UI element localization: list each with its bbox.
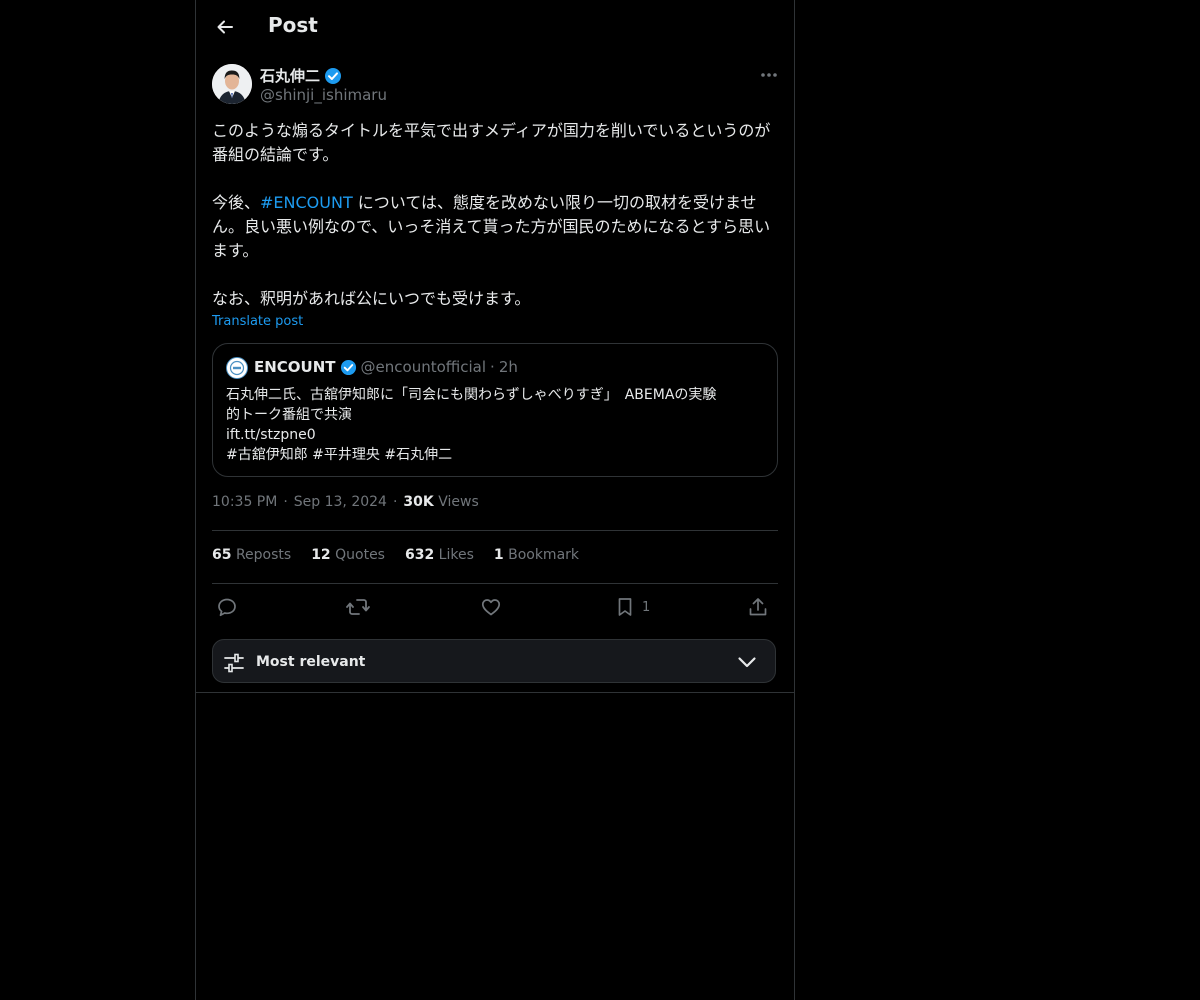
reply-icon: [216, 596, 238, 618]
divider: [196, 692, 794, 693]
divider: [212, 583, 778, 584]
quotes-count: 12: [311, 547, 331, 563]
author-name-row[interactable]: 石丸伸二: [260, 65, 342, 86]
author-handle[interactable]: @shinji_ishimaru: [260, 86, 387, 104]
quoted-author-handle: @encountofficial: [360, 358, 487, 376]
post-paragraph: このような煽るタイトルを平気で出すメディアが国力を削いでいるというのが番組の結論…: [212, 121, 771, 164]
main-column: Post 石丸伸二 @shinji_ishimaru このような煽るタイトルを平…: [195, 0, 795, 1000]
quotes-stat[interactable]: 12 Quotes: [311, 547, 385, 563]
verified-badge-icon: [340, 359, 357, 376]
post-text-segment: 今後、: [212, 193, 261, 212]
bookmark-button[interactable]: 1: [614, 594, 650, 620]
bookmark-count: 1: [642, 599, 651, 615]
quoted-post[interactable]: ENCOUNT @encountofficial · 2h 石丸伸二氏、古舘伊知…: [212, 343, 778, 477]
reposts-count: 65: [212, 547, 232, 563]
share-button[interactable]: [747, 594, 769, 620]
quoted-line: ift.tt/stzpne0: [226, 427, 316, 443]
post-paragraph: なお、釈明があれば公にいつでも受けます。: [212, 289, 531, 308]
bookmarks-count: 1: [493, 547, 504, 563]
separator-dot: ·: [392, 494, 398, 510]
arrow-left-icon: [215, 17, 235, 37]
quotes-label: Quotes: [335, 547, 385, 563]
sort-label: Most relevant: [256, 654, 366, 670]
chevron-down-icon: [737, 652, 757, 672]
verified-badge-icon: [324, 67, 342, 85]
likes-label: Likes: [438, 547, 474, 563]
sliders-icon: [223, 652, 245, 674]
action-bar: 1: [212, 594, 778, 620]
likes-count: 632: [404, 547, 435, 563]
separator-dot: ·: [490, 358, 495, 376]
separator-dot: ·: [283, 494, 288, 510]
engagement-stats: 65 Reposts 12 Quotes 632 Likes 1 Bookmar…: [212, 547, 579, 563]
bookmarks-label: Bookmark: [508, 547, 580, 563]
reposts-label: Reposts: [235, 547, 292, 563]
more-options-button[interactable]: [752, 64, 786, 86]
repost-button[interactable]: [346, 594, 370, 620]
post-paragraph: 今後、#ENCOUNT については、態度を改めない限り一切の取材を受けません。良…: [212, 191, 778, 263]
views: 30K Views: [403, 494, 478, 510]
post-text: このような煽るタイトルを平気で出すメディアが国力を削いでいるというのが番組の結論…: [212, 119, 778, 311]
quoted-header: ENCOUNT @encountofficial · 2h: [254, 358, 518, 376]
heart-icon: [480, 596, 502, 618]
quoted-line: 石丸伸二氏、古舘伊知郎に「司会にも関わらずしゃべりすぎ」 ABEMAの実験: [226, 387, 717, 403]
quoted-line: #古舘伊知郎 #平井理央 #石丸伸二: [226, 447, 453, 463]
bookmarks-stat[interactable]: 1 Bookmark: [494, 547, 579, 563]
views-label: Views: [438, 494, 479, 510]
post-date[interactable]: Sep 13, 2024: [294, 494, 387, 510]
more-horizontal-icon: [760, 72, 778, 78]
reply-sort-dropdown[interactable]: Most relevant: [212, 639, 776, 683]
quoted-line: 的トーク番組で共演: [226, 407, 352, 423]
divider: [212, 530, 778, 531]
header: Post: [196, 0, 794, 54]
quoted-author-name: ENCOUNT: [254, 358, 336, 376]
author-name[interactable]: 石丸伸二: [260, 65, 320, 86]
quoted-time: 2h: [498, 358, 518, 376]
bookmark-icon: [614, 596, 636, 618]
quoted-text: 石丸伸二氏、古舘伊知郎に「司会にも関わらずしゃべりすぎ」 ABEMAの実験 的ト…: [226, 385, 766, 465]
reposts-stat[interactable]: 65 Reposts: [212, 547, 291, 563]
hashtag-link[interactable]: #ENCOUNT: [260, 193, 353, 212]
quoted-avatar: [226, 357, 248, 379]
back-button[interactable]: [208, 10, 242, 44]
likes-stat[interactable]: 632 Likes: [405, 547, 474, 563]
avatar[interactable]: [212, 64, 252, 104]
post-time[interactable]: 10:35 PM: [212, 494, 277, 510]
post-meta: 10:35 PM · Sep 13, 2024 · 30K Views: [212, 494, 479, 510]
views-count: 30K: [403, 494, 434, 510]
like-button[interactable]: [480, 594, 502, 620]
share-icon: [747, 596, 769, 618]
page-title: Post: [268, 13, 318, 37]
translate-post-link[interactable]: Translate post: [212, 314, 303, 329]
reply-button[interactable]: [216, 594, 238, 620]
repost-icon: [346, 596, 370, 618]
